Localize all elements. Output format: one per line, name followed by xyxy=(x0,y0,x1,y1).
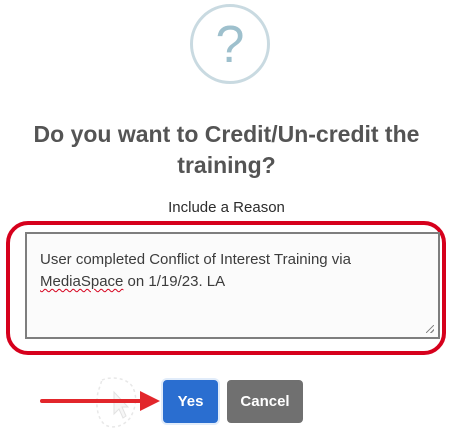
reason-text-part2: on 1/19/23. LA xyxy=(123,273,226,290)
cancel-button[interactable]: Cancel xyxy=(227,380,303,423)
reason-text-part1: User completed Conflict of Interest Trai… xyxy=(40,251,351,268)
question-mark-icon: ? xyxy=(190,4,270,84)
red-arrow-icon xyxy=(40,391,160,411)
reason-textarea[interactable]: User completed Conflict of Interest Trai… xyxy=(25,232,440,339)
reason-text-misspelled: MediaSpace xyxy=(40,273,124,290)
yes-button[interactable]: Yes xyxy=(163,380,218,423)
resize-grip-icon[interactable] xyxy=(426,325,434,333)
credit-dialog: ? Do you want to Credit/Un-credit the tr… xyxy=(0,0,453,437)
question-glyph: ? xyxy=(215,16,245,74)
dialog-title-line-2: training? xyxy=(177,152,276,178)
reason-label: Include a Reason xyxy=(168,199,285,216)
dialog-title: Do you want to Credit/Un-credit the trai… xyxy=(0,119,453,181)
dialog-title-line-1: Do you want to Credit/Un-credit the xyxy=(33,121,420,147)
